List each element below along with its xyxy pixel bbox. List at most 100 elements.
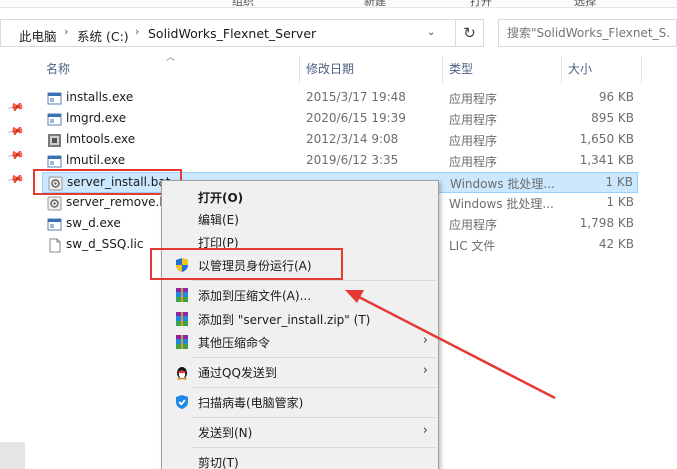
menu-label: 扫描病毒(电脑管家): [198, 396, 304, 410]
file-type: Windows 批处理...: [449, 197, 554, 211]
tool-icon: [47, 133, 62, 148]
file-name: lmtools.exe: [66, 132, 136, 146]
exe-icon: [47, 91, 62, 106]
search-input[interactable]: [499, 20, 671, 46]
file-date: 2019/6/12 3:35: [306, 153, 399, 167]
bat-icon: [47, 196, 62, 211]
file-type: 应用程序: [449, 113, 498, 127]
ribbon-select[interactable]: 选择: [574, 0, 596, 7]
menu-item-print[interactable]: 打印(P): [164, 231, 436, 253]
guard-shield-icon: [176, 395, 188, 409]
column-header-date[interactable]: 修改日期: [300, 56, 443, 84]
menu-label: 打开(O): [198, 191, 244, 205]
menu-item-open[interactable]: 打开(O): [164, 186, 436, 208]
menu-label: 添加到 "server_install.zip" (T): [198, 313, 371, 327]
address-dropdown-icon[interactable]: ⌄: [427, 27, 435, 38]
menu-item-other-compress[interactable]: 其他压缩命令 ›: [164, 331, 436, 353]
winrar-icon: [176, 335, 188, 349]
menu-separator: [192, 357, 436, 358]
file-type: LIC 文件: [449, 239, 496, 253]
file-size: 1 KB: [605, 175, 633, 189]
file-size: 96 KB: [598, 90, 634, 104]
sort-up-icon: ︿: [166, 53, 176, 63]
file-type: Windows 批处理...: [450, 177, 555, 191]
pin-icon[interactable]: 📌: [7, 122, 26, 141]
menu-label: 发送到(N): [198, 426, 253, 440]
exe-icon: [47, 217, 62, 232]
menu-item-run-as-admin[interactable]: 以管理员身份运行(A): [164, 254, 436, 276]
file-type: 应用程序: [449, 155, 498, 169]
file-size: 1 KB: [606, 195, 634, 209]
column-header-type[interactable]: 类型: [443, 56, 562, 84]
file-name: server_remove.b: [66, 195, 167, 209]
nav-selected-item[interactable]: [0, 442, 25, 469]
file-size: 42 KB: [598, 237, 634, 251]
menu-item-send-qq[interactable]: 通过QQ发送到 ›: [164, 361, 436, 383]
file-date: 2020/6/15 19:39: [306, 111, 406, 125]
pin-icon[interactable]: 📌: [7, 98, 26, 117]
ribbon-remnant: 组织 新建 打开 选择: [0, 0, 677, 8]
breadcrumb-chevron-icon[interactable]: ›: [64, 25, 68, 38]
file-size: 1,341 KB: [579, 153, 634, 167]
breadcrumb-chevron-icon[interactable]: ›: [135, 25, 139, 38]
file-type: 应用程序: [449, 218, 498, 232]
file-size: 895 KB: [591, 111, 634, 125]
menu-item-add-archive[interactable]: 添加到压缩文件(A)...: [164, 284, 436, 306]
pin-icon[interactable]: 📌: [7, 170, 26, 189]
menu-separator: [192, 417, 436, 418]
file-name: sw_d.exe: [66, 216, 121, 230]
menu-item-send-to[interactable]: 发送到(N) ›: [164, 421, 436, 443]
file-name: lmgrd.exe: [66, 111, 127, 125]
ribbon-open[interactable]: 打开: [470, 0, 492, 7]
file-name: lmutil.exe: [66, 153, 126, 167]
menu-label: 剪切(T): [198, 456, 239, 469]
submenu-chevron-icon: ›: [422, 363, 428, 378]
menu-label: 编辑(E): [198, 213, 239, 227]
ribbon-new[interactable]: 新建: [364, 0, 386, 7]
file-size: 1,650 KB: [579, 132, 634, 146]
breadcrumb-folder[interactable]: SolidWorks_Flexnet_Server: [148, 26, 316, 41]
menu-label: 其他压缩命令: [198, 336, 271, 350]
file-type: 应用程序: [449, 134, 498, 148]
file-type: 应用程序: [449, 92, 498, 106]
submenu-chevron-icon: ›: [422, 423, 428, 438]
menu-label: 添加到压缩文件(A)...: [198, 289, 312, 303]
ribbon-organize[interactable]: 组织: [232, 0, 254, 7]
context-menu: 打开(O) 编辑(E) 打印(P) 以管理员身份运行(A) 添加到压缩文件(A)…: [161, 180, 439, 469]
file-row[interactable]: installs.exe 2015/3/17 19:48 应用程序 96 KB: [42, 88, 638, 109]
exe-icon: [47, 154, 62, 169]
file-date: 2015/3/17 19:48: [306, 90, 406, 104]
winrar-icon: [176, 288, 188, 302]
refresh-button[interactable]: ↻: [456, 19, 484, 47]
search-box[interactable]: [498, 19, 677, 47]
file-name: sw_d_SSQ.lic: [66, 237, 144, 251]
bat-icon: [48, 176, 63, 191]
menu-label: 通过QQ发送到: [198, 366, 277, 380]
menu-label: 打印(P): [198, 236, 239, 250]
file-name: server_install.bat: [67, 175, 171, 189]
column-header-size[interactable]: 大小: [562, 56, 642, 84]
menu-item-scan-virus[interactable]: 扫描病毒(电脑管家): [164, 391, 436, 413]
submenu-chevron-icon: ›: [422, 333, 428, 348]
file-row[interactable]: lmutil.exe 2019/6/12 3:35 应用程序 1,341 KB: [42, 151, 638, 172]
pin-icon[interactable]: 📌: [7, 146, 26, 165]
breadcrumb-drive-c[interactable]: 系统 (C:): [77, 26, 129, 45]
nav-pane: 📌 📌 📌 📌: [0, 56, 30, 469]
file-row[interactable]: lmgrd.exe 2020/6/15 19:39 应用程序 895 KB: [42, 109, 638, 130]
file-name: installs.exe: [66, 90, 134, 104]
menu-separator: [192, 387, 436, 388]
menu-label: 以管理员身份运行(A): [198, 259, 312, 273]
winrar-icon: [176, 312, 188, 326]
file-icon: [47, 238, 62, 253]
uac-shield-icon: [176, 258, 188, 272]
exe-icon: [47, 112, 62, 127]
refresh-icon: ↻: [463, 24, 476, 42]
address-row: 此电脑 › 系统 (C:) › SolidWorks_Flexnet_Serve…: [0, 12, 677, 52]
menu-item-cut[interactable]: 剪切(T): [164, 451, 436, 469]
file-size: 1,798 KB: [579, 216, 634, 230]
menu-item-edit[interactable]: 编辑(E): [164, 208, 436, 230]
file-row[interactable]: lmtools.exe 2012/3/14 9:08 应用程序 1,650 KB: [42, 130, 638, 151]
address-bar[interactable]: 此电脑 › 系统 (C:) › SolidWorks_Flexnet_Serve…: [0, 19, 456, 47]
breadcrumb-this-pc[interactable]: 此电脑: [19, 26, 57, 45]
menu-item-add-zip[interactable]: 添加到 "server_install.zip" (T): [164, 308, 436, 330]
